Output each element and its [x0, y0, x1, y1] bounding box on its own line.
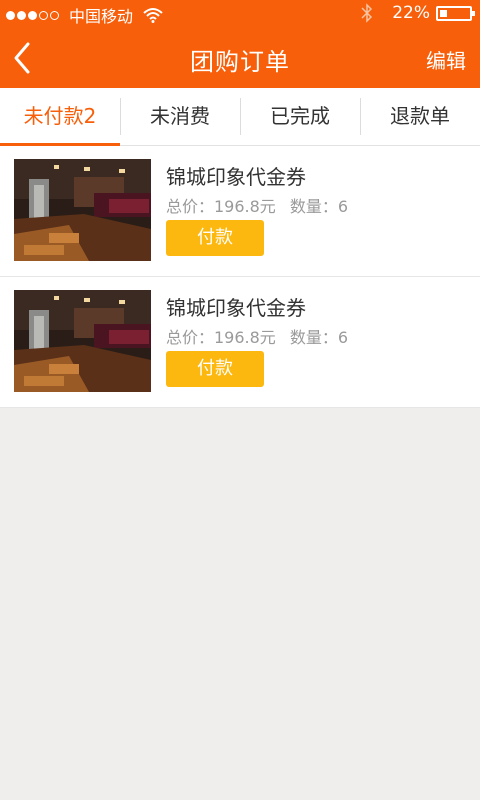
- order-title: 锦城印象代金券: [166, 296, 306, 320]
- order-meta: 总价：196.8元 数量：6: [166, 193, 348, 217]
- carrier-name: 中国移动: [69, 7, 134, 26]
- restaurant-photo: [14, 159, 151, 261]
- tab-refunds[interactable]: 退款单: [360, 88, 480, 145]
- battery-icon: [436, 5, 475, 21]
- order-item[interactable]: 锦城印象代金券 总价：196.8元 数量：6 付款: [0, 146, 480, 277]
- order-tabs: 未付款2 未消费 已完成 退款单: [0, 88, 480, 146]
- order-item[interactable]: 锦城印象代金券 总价：196.8元 数量：6 付款: [0, 277, 480, 408]
- order-list: 锦城印象代金券 总价：196.8元 数量：6 付款 锦城印象代金券 总价：196…: [0, 146, 480, 408]
- signal-strength-icon: [6, 10, 61, 20]
- nav-bar: 团购订单 编辑: [0, 28, 480, 88]
- bluetooth-icon: [361, 3, 373, 23]
- restaurant-photo: [14, 290, 151, 392]
- order-meta: 总价：196.8元 数量：6: [166, 324, 348, 348]
- wifi-icon: [143, 7, 163, 23]
- battery-percent: 22%: [392, 3, 430, 23]
- tab-unpaid[interactable]: 未付款2: [0, 88, 120, 146]
- edit-button[interactable]: 编辑: [426, 45, 466, 74]
- order-price: 总价：196.8元: [166, 328, 276, 347]
- order-quantity: 数量：6: [289, 328, 348, 347]
- pay-button[interactable]: 付款: [166, 351, 264, 387]
- order-title: 锦城印象代金券: [166, 165, 306, 189]
- tab-unconsumed[interactable]: 未消费: [120, 88, 240, 145]
- tab-completed[interactable]: 已完成: [240, 88, 360, 145]
- page-title: 团购订单: [190, 48, 290, 76]
- pay-button[interactable]: 付款: [166, 220, 264, 256]
- app-header: 中国移动 22% 团购订单 编辑: [0, 0, 480, 88]
- order-price: 总价：196.8元: [166, 197, 276, 216]
- order-quantity: 数量：6: [289, 197, 348, 216]
- status-bar: 中国移动 22%: [0, 0, 480, 28]
